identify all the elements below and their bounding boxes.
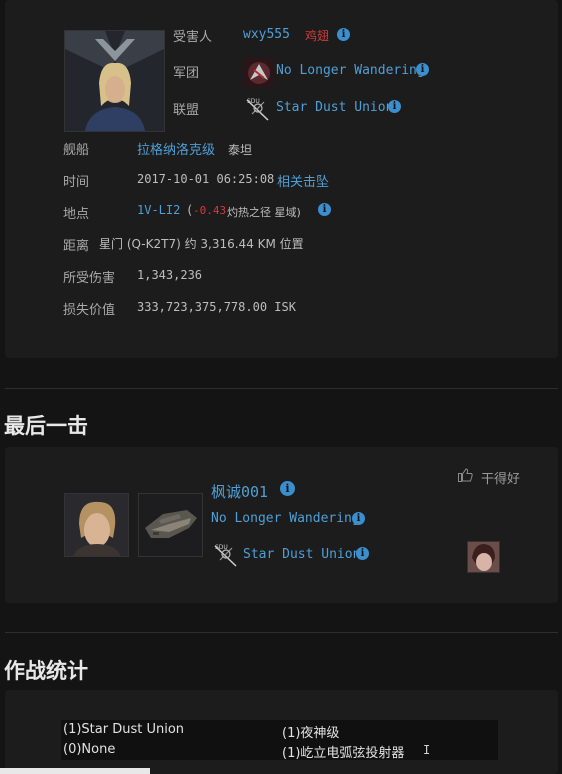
attacker-name-link[interactable]: 枫诚001 [211,481,268,502]
time-label: 时间 [63,175,90,190]
final-blow-heading: 最后一击 [4,413,88,438]
attacker-corp-link[interactable]: No Longer Wandering [211,511,360,526]
text-cursor-icon: I [423,743,431,757]
stats-cell: (1)屹立电弧弦投射器 [282,746,405,761]
alliance-logo[interactable]: SDU [244,94,274,124]
attacker-corp-info-icon[interactable]: i [352,512,365,525]
region-link[interactable]: 灼热之径 星域) [227,204,301,220]
corp-link[interactable]: No Longer Wandering [276,63,425,78]
location-label: 地点 [63,207,90,222]
victim-info-icon[interactable]: i [337,28,350,41]
thumbs-up-icon[interactable] [458,467,473,486]
time-value: 2017-10-01 06:25:08 [137,172,275,186]
stats-cell: (1)夜神级 [282,726,340,741]
attacker-info-icon[interactable]: i [280,481,295,496]
value-amount: 333,723,375,778.00 ISK [137,300,296,314]
system-link[interactable]: 1V-LI2 [137,203,180,217]
corp-label: 军团 [173,66,200,81]
victim-label: 受害人 [173,30,213,45]
location-info-icon[interactable]: i [318,203,331,216]
stats-cell: (0)None [63,742,116,757]
stats-cell: (1)Star Dust Union [63,722,185,737]
victim-tag: 鸡翅 [305,29,330,43]
related-kills-link[interactable]: 相关击坠 [277,171,329,190]
damage-value: 1,343,236 [137,268,203,282]
corp-info-icon[interactable]: i [416,63,429,76]
svg-text:SDU: SDU [247,98,260,105]
divider [5,632,558,633]
attacker-alliance-logo[interactable]: SDU [212,540,242,570]
security-status: -0.43 [193,204,227,217]
attacker-portrait[interactable] [64,493,129,557]
victim-portrait[interactable] [64,30,165,132]
top-damage-portrait[interactable] [467,541,500,573]
damage-label: 所受伤害 [63,271,116,286]
value-label: 损失价值 [63,303,116,318]
attacker-alliance-link[interactable]: Star Dust Union [243,547,360,562]
battle-stats-heading: 作战统计 [4,658,88,683]
distance-label: 距离 [63,239,90,254]
victim-name-link[interactable]: wxy555 [243,27,290,42]
ship-label: 舰船 [63,143,90,158]
attacker-ship-image[interactable] [138,493,203,557]
bottom-scrollbar[interactable] [0,768,150,774]
alliance-info-icon[interactable]: i [388,100,401,113]
corp-logo[interactable] [244,58,274,88]
alliance-label: 联盟 [173,103,200,118]
ship-class: 泰坦 [228,143,253,157]
attacker-alliance-info-icon[interactable]: i [356,547,369,560]
divider [5,388,558,389]
like-label[interactable]: 干得好 [481,468,520,487]
alliance-link[interactable]: Star Dust Union [276,100,393,115]
ship-link[interactable]: 拉格纳洛克级 [137,139,215,158]
svg-text:SDU: SDU [215,544,228,551]
distance-value: 星门 (Q-K2T7) 约 3,316.44 KM 位置 [99,237,304,251]
